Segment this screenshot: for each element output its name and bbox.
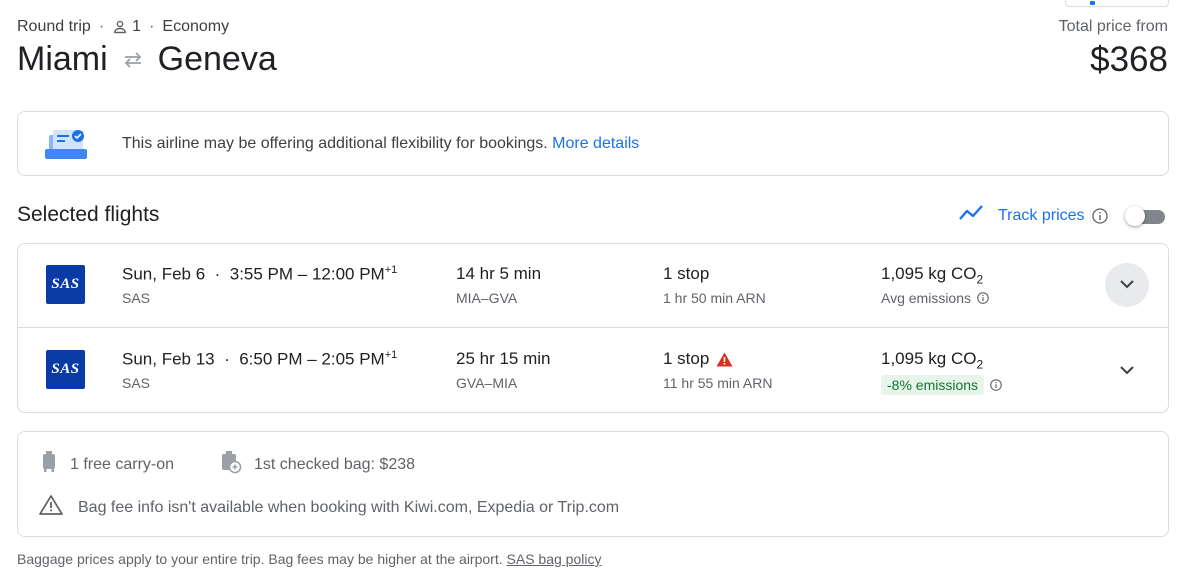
info-icon[interactable] [977,292,989,304]
separator-dot: · [149,18,155,35]
layover-info: 11 hr 55 min ARN [663,375,773,391]
stops-info: 1 stop [663,349,733,369]
flight-time-range: 6:50 PM – 2:05 PM [239,349,385,369]
price-label: Total price from [1058,18,1168,35]
expand-flight-button[interactable] [1105,263,1149,307]
total-price: $368 [1090,40,1168,79]
baggage-footer: Baggage prices apply to your entire trip… [17,551,601,567]
passenger-count: 1 [132,18,142,35]
trip-type: Round trip [17,18,91,35]
bag-policy-link[interactable]: SAS bag policy [507,551,602,567]
separator-dot: · [205,264,230,284]
bag-fee-note-text: Bag fee info isn't available when bookin… [78,498,620,516]
stops-info: 1 stop [663,264,709,284]
flight-times: Sun, Feb 6 · 3:55 PM – 12:00 PM+1 [122,264,397,285]
selected-flights-list: SAS Sun, Feb 6 · 3:55 PM – 12:00 PM+1 SA… [17,243,1169,413]
swap-arrows-icon [122,51,144,69]
flight-duration: 14 hr 5 min [456,264,542,283]
co2-value: 1,095 kg CO2 [881,349,983,371]
origin-city: Miami [17,40,108,78]
emissions-info: -8% emissions [881,375,1002,395]
info-icon[interactable] [1091,207,1108,224]
stops-count: 1 stop [663,264,710,283]
carry-on-text: 1 free carry-on [70,455,175,473]
co2-subscript: 2 [976,357,984,372]
flexibility-illustration-icon [45,127,87,161]
selected-flights-title: Selected flights [17,203,160,226]
stops-count: 1 stop [663,349,710,368]
airport-codes: GVA–MIA [456,375,518,391]
co2-amount: 1,095 kg CO [881,264,977,283]
stub-icon [1090,1,1095,5]
sas-logo: SAS [46,350,85,389]
airline-name: SAS [122,290,151,306]
airport-codes: MIA–GVA [456,290,518,306]
day-offset: +1 [384,264,398,276]
flight-duration: 25 hr 15 min [456,349,551,368]
flexibility-text: This airline may be offering additional … [122,135,639,153]
track-prices-toggle[interactable] [1124,205,1165,226]
flight-row-outbound[interactable]: SAS Sun, Feb 6 · 3:55 PM – 12:00 PM+1 SA… [18,244,1168,328]
layover-info: 1 hr 50 min ARN [663,290,766,306]
footer-text: Baggage prices apply to your entire trip… [17,551,503,567]
flexibility-message: This airline may be offering additional … [122,134,548,152]
flexibility-banner: This airline may be offering additional … [17,111,1169,176]
flight-date: Sun, Feb 6 [122,264,206,284]
cabin-class: Economy [162,18,230,35]
toggle-knob [1124,205,1145,226]
day-offset: +1 [384,349,398,361]
person-icon [112,19,128,35]
co2-value: 1,095 kg CO2 [881,264,983,286]
checked-bag-icon [220,450,254,479]
expand-flight-button[interactable] [1105,349,1149,393]
track-prices-label[interactable]: Track prices [998,207,1085,225]
more-details-link[interactable]: More details [552,135,639,152]
airline-name: SAS [122,375,151,391]
baggage-info: 1 free carry-on 1st checked bag: $238 Ba… [17,431,1169,537]
bag-fee-note: Bag fee info isn't available when bookin… [38,494,619,521]
chevron-down-icon [1119,362,1135,380]
checked-bag-text: 1st checked bag: $238 [254,455,416,473]
flight-times: Sun, Feb 13 · 6:50 PM – 2:05 PM+1 [122,349,397,370]
flight-row-return[interactable]: SAS Sun, Feb 13 · 6:50 PM – 2:05 PM+1 SA… [18,329,1168,413]
destination-city: Geneva [157,40,277,78]
top-button-stub[interactable] [1065,0,1169,7]
chevron-down-icon [1119,276,1135,294]
trend-line-icon [958,204,986,227]
flight-time-range: 3:55 PM – 12:00 PM [229,264,385,284]
separator-dot: · [214,349,240,369]
track-prices[interactable]: Track prices [958,204,1165,227]
emissions-label: Avg emissions [881,290,972,306]
logo-text: SAS [51,276,80,292]
separator-dot: · [98,18,105,35]
co2-subscript: 2 [976,272,984,287]
flight-date: Sun, Feb 13 [122,349,215,369]
alert-triangle-outline-icon [38,494,78,521]
carry-on-bag-icon [40,450,70,479]
warning-triangle-icon[interactable] [716,352,733,367]
checked-bag-info: 1st checked bag: $238 [220,450,415,479]
sas-logo: SAS [46,265,85,304]
trip-meta: Round trip · 1 · Economy [17,18,229,36]
logo-text: SAS [51,361,80,377]
emissions-badge: -8% emissions [881,375,985,395]
info-icon[interactable] [990,379,1002,391]
route-title: Miami Geneva [17,40,277,79]
carry-on-info: 1 free carry-on [40,450,174,479]
emissions-info: Avg emissions [881,290,989,306]
co2-amount: 1,095 kg CO [881,349,977,368]
